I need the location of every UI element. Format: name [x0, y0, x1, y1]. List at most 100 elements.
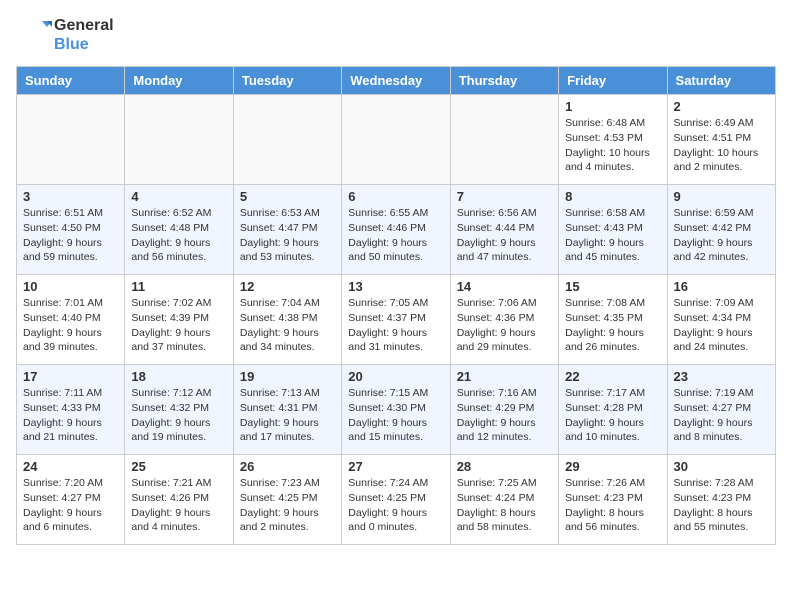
day-info: Sunrise: 7:02 AM Sunset: 4:39 PM Dayligh…	[131, 296, 226, 355]
day-info: Sunrise: 7:12 AM Sunset: 4:32 PM Dayligh…	[131, 386, 226, 445]
day-number: 5	[240, 189, 335, 204]
day-number: 8	[565, 189, 660, 204]
day-info: Sunrise: 7:19 AM Sunset: 4:27 PM Dayligh…	[674, 386, 769, 445]
calendar-cell: 12 Sunrise: 7:04 AM Sunset: 4:38 PM Dayli…	[233, 275, 341, 365]
page-header: General Blue	[16, 16, 776, 54]
day-info: Sunrise: 6:56 AM Sunset: 4:44 PM Dayligh…	[457, 206, 552, 265]
logo-svg	[16, 17, 52, 53]
calendar-cell: 17 Sunrise: 7:11 AM Sunset: 4:33 PM Dayli…	[17, 365, 125, 455]
day-number: 18	[131, 369, 226, 384]
day-info: Sunrise: 7:24 AM Sunset: 4:25 PM Dayligh…	[348, 476, 443, 535]
calendar-cell	[233, 95, 341, 185]
calendar-cell: 2 Sunrise: 6:49 AM Sunset: 4:51 PM Daylig…	[667, 95, 775, 185]
day-info: Sunrise: 6:49 AM Sunset: 4:51 PM Dayligh…	[674, 116, 769, 175]
day-number: 6	[348, 189, 443, 204]
day-info: Sunrise: 7:28 AM Sunset: 4:23 PM Dayligh…	[674, 476, 769, 535]
day-info: Sunrise: 7:06 AM Sunset: 4:36 PM Dayligh…	[457, 296, 552, 355]
calendar-day-header: Friday	[559, 67, 667, 95]
day-info: Sunrise: 6:55 AM Sunset: 4:46 PM Dayligh…	[348, 206, 443, 265]
calendar-cell: 9Sunrise: 6:59 AM Sunset: 4:42 PM Daylig…	[667, 185, 775, 275]
day-number: 28	[457, 459, 552, 474]
calendar-week-row: 10Sunrise: 7:01 AM Sunset: 4:40 PM Dayli…	[17, 275, 776, 365]
day-number: 16	[674, 279, 769, 294]
calendar-cell: 7 Sunrise: 6:56 AM Sunset: 4:44 PM Daylig…	[450, 185, 558, 275]
day-number: 3	[23, 189, 118, 204]
day-number: 7	[457, 189, 552, 204]
calendar-header-row: SundayMondayTuesdayWednesdayThursdayFrid…	[17, 67, 776, 95]
calendar-cell: 20 Sunrise: 7:15 AM Sunset: 4:30 PM Dayli…	[342, 365, 450, 455]
calendar-cell: 13 Sunrise: 7:05 AM Sunset: 4:37 PM Dayli…	[342, 275, 450, 365]
day-info: Sunrise: 7:23 AM Sunset: 4:25 PM Dayligh…	[240, 476, 335, 535]
calendar-cell: 8 Sunrise: 6:58 AM Sunset: 4:43 PM Daylig…	[559, 185, 667, 275]
logo-blue: Blue	[54, 35, 114, 54]
day-number: 12	[240, 279, 335, 294]
day-number: 23	[674, 369, 769, 384]
day-info: Sunrise: 7:08 AM Sunset: 4:35 PM Dayligh…	[565, 296, 660, 355]
calendar-week-row: 3 Sunrise: 6:51 AM Sunset: 4:50 PM Daylig…	[17, 185, 776, 275]
calendar-cell: 11 Sunrise: 7:02 AM Sunset: 4:39 PM Dayli…	[125, 275, 233, 365]
day-info: Sunrise: 6:51 AM Sunset: 4:50 PM Dayligh…	[23, 206, 118, 265]
calendar-table: SundayMondayTuesdayWednesdayThursdayFrid…	[16, 66, 776, 545]
logo: General Blue	[16, 16, 114, 54]
page-container: General Blue SundayMondayTuesdayWednesda…	[0, 0, 792, 561]
day-number: 30	[674, 459, 769, 474]
day-info: Sunrise: 7:25 AM Sunset: 4:24 PM Dayligh…	[457, 476, 552, 535]
day-number: 1	[565, 99, 660, 114]
day-number: 20	[348, 369, 443, 384]
calendar-cell: 28 Sunrise: 7:25 AM Sunset: 4:24 PM Dayli…	[450, 455, 558, 545]
day-number: 24	[23, 459, 118, 474]
day-number: 17	[23, 369, 118, 384]
day-number: 11	[131, 279, 226, 294]
day-number: 13	[348, 279, 443, 294]
day-info: Sunrise: 7:09 AM Sunset: 4:34 PM Dayligh…	[674, 296, 769, 355]
calendar-cell: 26 Sunrise: 7:23 AM Sunset: 4:25 PM Dayli…	[233, 455, 341, 545]
calendar-cell: 15Sunrise: 7:08 AM Sunset: 4:35 PM Dayli…	[559, 275, 667, 365]
calendar-cell: 16 Sunrise: 7:09 AM Sunset: 4:34 PM Dayli…	[667, 275, 775, 365]
calendar-cell: 1 Sunrise: 6:48 AM Sunset: 4:53 PM Daylig…	[559, 95, 667, 185]
day-number: 2	[674, 99, 769, 114]
logo-wrapper: General Blue	[16, 16, 114, 54]
day-number: 14	[457, 279, 552, 294]
day-info: Sunrise: 7:15 AM Sunset: 4:30 PM Dayligh…	[348, 386, 443, 445]
calendar-cell: 24 Sunrise: 7:20 AM Sunset: 4:27 PM Dayli…	[17, 455, 125, 545]
calendar-cell	[125, 95, 233, 185]
day-info: Sunrise: 7:17 AM Sunset: 4:28 PM Dayligh…	[565, 386, 660, 445]
calendar-cell: 3 Sunrise: 6:51 AM Sunset: 4:50 PM Daylig…	[17, 185, 125, 275]
day-number: 26	[240, 459, 335, 474]
calendar-week-row: 1 Sunrise: 6:48 AM Sunset: 4:53 PM Daylig…	[17, 95, 776, 185]
day-info: Sunrise: 7:11 AM Sunset: 4:33 PM Dayligh…	[23, 386, 118, 445]
day-number: 22	[565, 369, 660, 384]
day-number: 27	[348, 459, 443, 474]
day-info: Sunrise: 7:05 AM Sunset: 4:37 PM Dayligh…	[348, 296, 443, 355]
calendar-cell	[450, 95, 558, 185]
day-number: 4	[131, 189, 226, 204]
day-info: Sunrise: 7:26 AM Sunset: 4:23 PM Dayligh…	[565, 476, 660, 535]
logo-general: General	[54, 16, 114, 35]
calendar-cell: 30 Sunrise: 7:28 AM Sunset: 4:23 PM Dayli…	[667, 455, 775, 545]
calendar-cell: 23 Sunrise: 7:19 AM Sunset: 4:27 PM Dayli…	[667, 365, 775, 455]
calendar-cell: 21Sunrise: 7:16 AM Sunset: 4:29 PM Dayli…	[450, 365, 558, 455]
calendar-cell: 27 Sunrise: 7:24 AM Sunset: 4:25 PM Dayli…	[342, 455, 450, 545]
calendar-cell: 5 Sunrise: 6:53 AM Sunset: 4:47 PM Daylig…	[233, 185, 341, 275]
day-number: 21	[457, 369, 552, 384]
calendar-week-row: 24 Sunrise: 7:20 AM Sunset: 4:27 PM Dayli…	[17, 455, 776, 545]
day-number: 19	[240, 369, 335, 384]
calendar-cell: 19Sunrise: 7:13 AM Sunset: 4:31 PM Dayli…	[233, 365, 341, 455]
calendar-day-header: Thursday	[450, 67, 558, 95]
calendar-cell	[342, 95, 450, 185]
calendar-day-header: Monday	[125, 67, 233, 95]
day-info: Sunrise: 6:53 AM Sunset: 4:47 PM Dayligh…	[240, 206, 335, 265]
calendar-cell: 6 Sunrise: 6:55 AM Sunset: 4:46 PM Daylig…	[342, 185, 450, 275]
calendar-cell: 4 Sunrise: 6:52 AM Sunset: 4:48 PM Daylig…	[125, 185, 233, 275]
day-info: Sunrise: 6:48 AM Sunset: 4:53 PM Dayligh…	[565, 116, 660, 175]
day-info: Sunrise: 6:52 AM Sunset: 4:48 PM Dayligh…	[131, 206, 226, 265]
day-info: Sunrise: 7:01 AM Sunset: 4:40 PM Dayligh…	[23, 296, 118, 355]
day-info: Sunrise: 7:04 AM Sunset: 4:38 PM Dayligh…	[240, 296, 335, 355]
day-info: Sunrise: 7:20 AM Sunset: 4:27 PM Dayligh…	[23, 476, 118, 535]
calendar-day-header: Wednesday	[342, 67, 450, 95]
calendar-day-header: Sunday	[17, 67, 125, 95]
day-info: Sunrise: 7:21 AM Sunset: 4:26 PM Dayligh…	[131, 476, 226, 535]
day-info: Sunrise: 6:58 AM Sunset: 4:43 PM Dayligh…	[565, 206, 660, 265]
calendar-cell: 14 Sunrise: 7:06 AM Sunset: 4:36 PM Dayli…	[450, 275, 558, 365]
calendar-cell: 18 Sunrise: 7:12 AM Sunset: 4:32 PM Dayli…	[125, 365, 233, 455]
